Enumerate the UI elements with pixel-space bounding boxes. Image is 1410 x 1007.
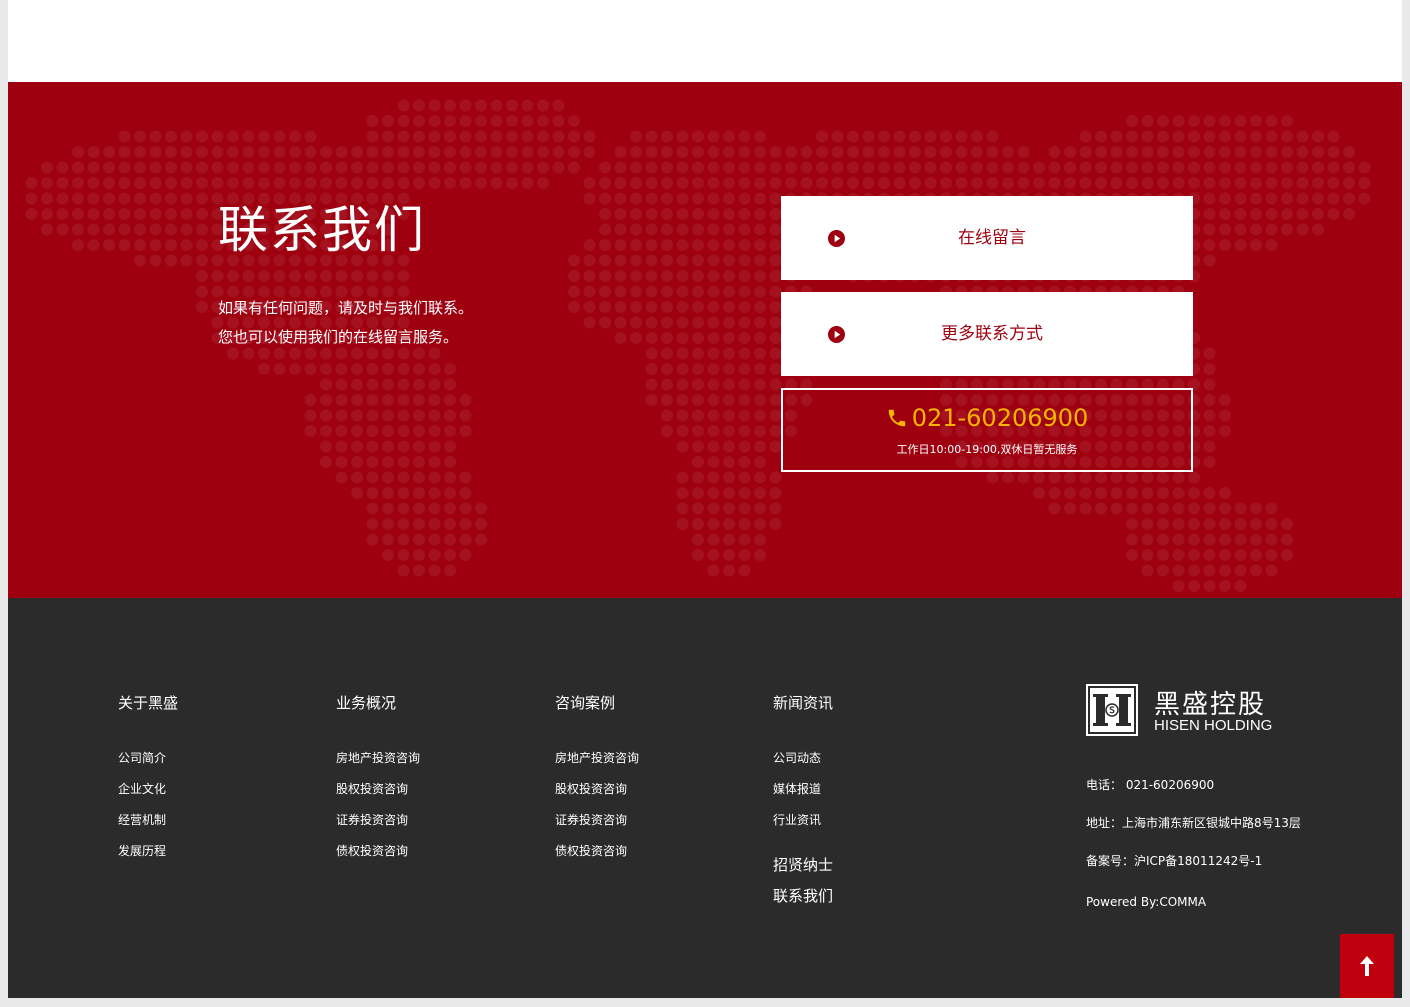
top-blank-area <box>8 0 1402 82</box>
more-contact-button[interactable]: 更多联系方式 <box>781 292 1193 376</box>
footer-link[interactable]: 证券投资咨询 <box>336 812 420 843</box>
online-message-label: 在线留言 <box>958 228 1026 248</box>
phone-number[interactable]: 021-60206900 <box>912 404 1089 432</box>
brand-name-en: HISEN HOLDING <box>1154 717 1273 734</box>
online-message-button[interactable]: 在线留言 <box>781 196 1193 280</box>
footer-heading[interactable]: 关于黑盛 <box>118 692 178 713</box>
hisen-logo-icon <box>1086 684 1138 736</box>
footer-link[interactable]: 行业资讯 <box>773 812 821 843</box>
contact-title: 联系我们 <box>218 201 426 259</box>
contact-us-link[interactable]: 联系我们 <box>773 887 833 918</box>
careers-link[interactable]: 招贤纳士 <box>773 856 833 887</box>
footer-powered-by[interactable]: Powered By:COMMA <box>1086 895 1206 909</box>
footer-link[interactable]: 房地产投资咨询 <box>336 750 420 781</box>
footer-links: 公司动态 媒体报道 行业资讯 <box>773 750 821 843</box>
footer-link[interactable]: 股权投资咨询 <box>336 781 420 812</box>
footer-link[interactable]: 媒体报道 <box>773 781 821 812</box>
phone-line: 021-60206900 <box>783 404 1191 432</box>
footer-link[interactable]: 证券投资咨询 <box>555 812 639 843</box>
page-frame: 联系我们 如果有任何问题，请及时与我们联系。 您也可以使用我们的在线留言服务。 … <box>8 0 1402 998</box>
footer-address: 地址：上海市浦东新区银城中路8号13层 <box>1086 816 1301 830</box>
phone-box: 021-60206900 工作日10:00-19:00,双休日暂无服务 <box>781 388 1193 472</box>
footer-links: 房地产投资咨询 股权投资咨询 证券投资咨询 债权投资咨询 <box>555 750 639 874</box>
footer-link[interactable]: 企业文化 <box>118 781 166 812</box>
footer-links: 房地产投资咨询 股权投资咨询 证券投资咨询 债权投资咨询 <box>336 750 420 874</box>
footer-extra-links: 招贤纳士 联系我们 <box>773 856 833 918</box>
footer-link[interactable]: 公司简介 <box>118 750 166 781</box>
brand-name-cn: 黑盛控股 <box>1154 690 1267 720</box>
more-contact-label: 更多联系方式 <box>941 324 1043 344</box>
footer-link[interactable]: 股权投资咨询 <box>555 781 639 812</box>
footer-link[interactable]: 发展历程 <box>118 843 166 874</box>
footer-link[interactable]: 债权投资咨询 <box>555 843 639 874</box>
contact-description-line-1: 如果有任何问题，请及时与我们联系。 <box>218 299 474 317</box>
footer-icp[interactable]: 备案号：沪ICP备18011242号-1 <box>1086 852 1262 869</box>
footer-heading[interactable]: 业务概况 <box>336 692 396 713</box>
footer-tel: 电话： 021-60206900 <box>1086 778 1215 792</box>
arrow-up-icon <box>1360 956 1374 976</box>
phone-icon <box>888 409 905 427</box>
site-footer: 关于黑盛 公司简介 企业文化 经营机制 发展历程 业务概况 房地产投资咨询 股权… <box>8 598 1402 998</box>
footer-link[interactable]: 债权投资咨询 <box>336 843 420 874</box>
footer-link[interactable]: 公司动态 <box>773 750 821 781</box>
service-hours: 工作日10:00-19:00,双休日暂无服务 <box>896 443 1078 456</box>
footer-links: 公司简介 企业文化 经营机制 发展历程 <box>118 750 166 874</box>
contact-section: 联系我们 如果有任何问题，请及时与我们联系。 您也可以使用我们的在线留言服务。 … <box>8 82 1402 598</box>
back-to-top-button[interactable] <box>1340 934 1394 998</box>
contact-description: 如果有任何问题，请及时与我们联系。 您也可以使用我们的在线留言服务。 <box>218 294 473 352</box>
footer-heading[interactable]: 新闻资讯 <box>773 692 833 713</box>
contact-description-line-2: 您也可以使用我们的在线留言服务。 <box>218 328 459 346</box>
footer-heading[interactable]: 咨询案例 <box>555 692 615 713</box>
footer-link[interactable]: 经营机制 <box>118 812 166 843</box>
footer-link[interactable]: 房地产投资咨询 <box>555 750 639 781</box>
